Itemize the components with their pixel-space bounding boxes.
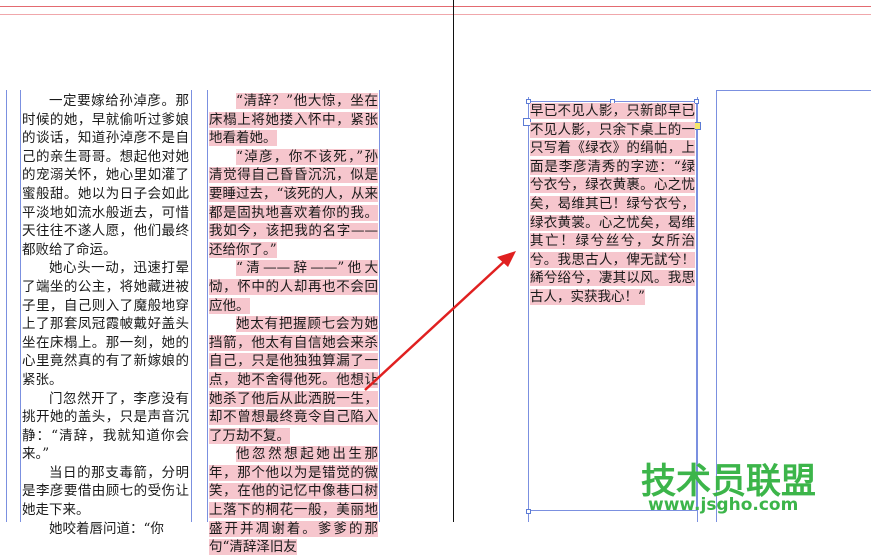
watermark-url: www.jsgho.com (648, 495, 799, 515)
annotation-arrow (364, 251, 516, 391)
arrow-shaft (364, 257, 509, 391)
paragraph: 她咬着唇问道：“你 (49, 520, 164, 537)
